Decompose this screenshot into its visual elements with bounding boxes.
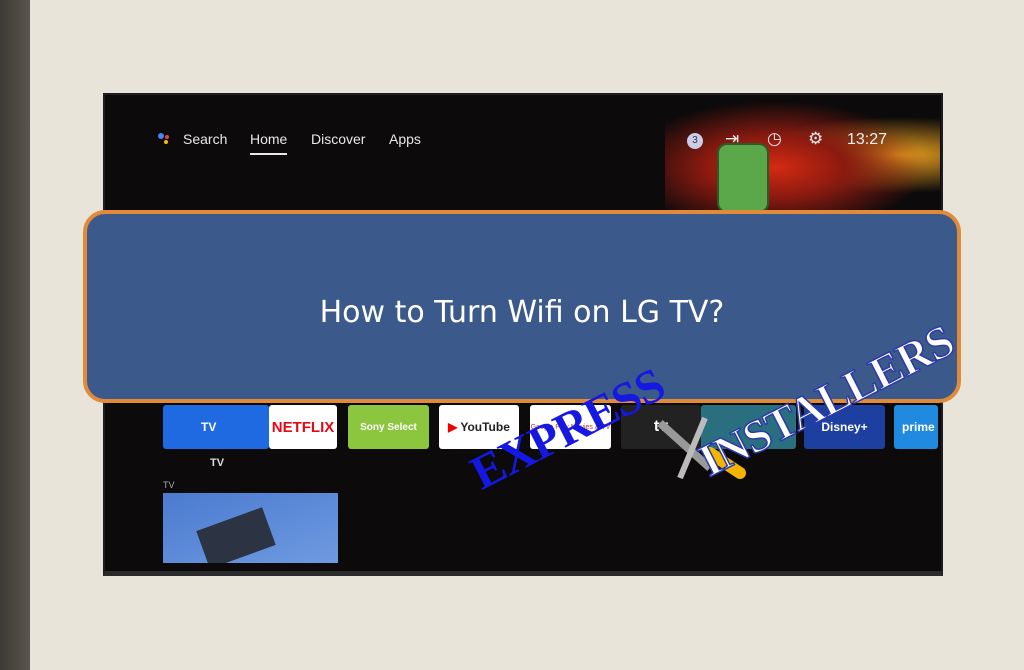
app-label: NETFLIX [271, 418, 335, 436]
app-tile-netflix[interactable]: NETFLIX [269, 405, 337, 449]
nav-search[interactable]: Search [183, 131, 227, 147]
google-assistant-icon [158, 133, 170, 145]
youtube-play-icon: ▶ [448, 420, 458, 434]
notification-badge[interactable]: 3 [687, 133, 703, 149]
nav-home[interactable]: Home [250, 131, 288, 155]
nav-discover[interactable]: Discover [311, 131, 365, 147]
app-tile-sony-select[interactable]: Sony Select [348, 405, 429, 449]
page-title: How to Turn Wifi on LG TV? [319, 295, 725, 330]
input-icon[interactable]: ⇥ [725, 129, 739, 149]
row-label: TV [163, 480, 175, 490]
timer-icon[interactable]: ◷ [767, 129, 782, 149]
app-label: Sony Select [360, 421, 417, 433]
gear-icon[interactable]: ⚙ [808, 129, 823, 149]
clock: 13:27 [847, 131, 888, 148]
tv-thumbnail[interactable] [163, 493, 338, 563]
hero-background [665, 95, 940, 215]
clapperboard-icon [196, 507, 276, 563]
app-label: TV [201, 420, 217, 434]
app-tile-tv[interactable]: TV [163, 405, 269, 449]
app-tile-prime[interactable]: prime [894, 405, 938, 449]
nav-apps[interactable]: Apps [389, 131, 421, 147]
selected-app-label: TV [210, 457, 225, 469]
hero-car-image [717, 143, 769, 213]
wall-edge [0, 0, 30, 670]
app-label: prime [902, 420, 935, 434]
